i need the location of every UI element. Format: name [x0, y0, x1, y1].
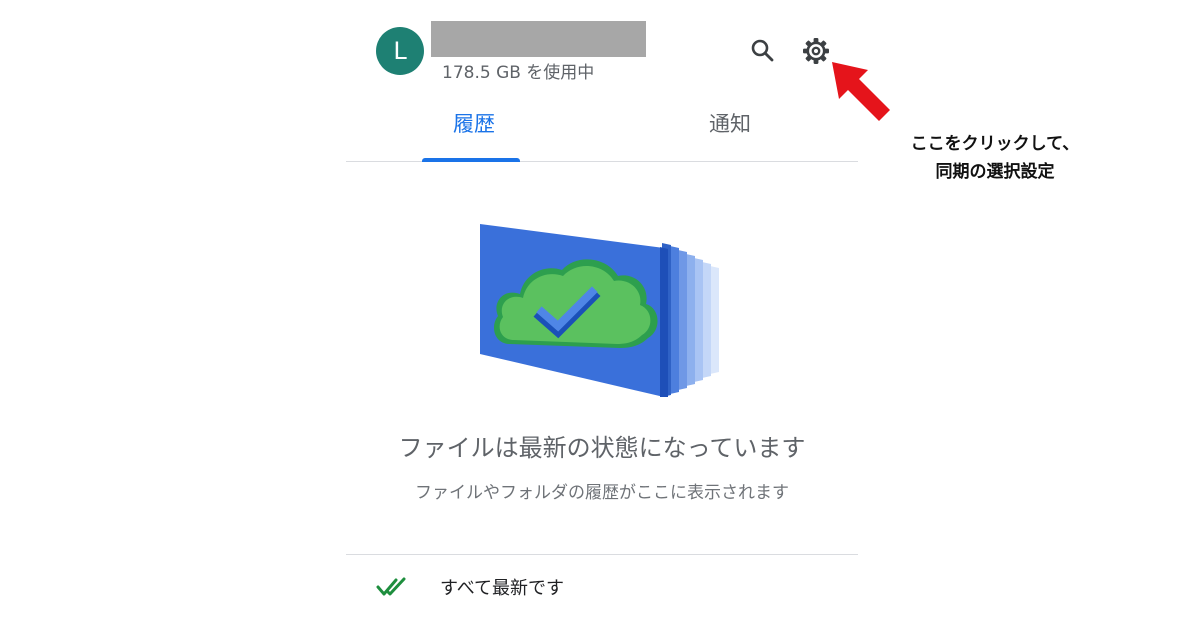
drive-sync-panel: L 178.5 GB を使用中 履歴 通知 ファイルは最新の状態になっています …: [346, 0, 858, 630]
tab-bar: 履歴 通知: [346, 92, 858, 162]
up-to-date-title: ファイルは最新の状態になっています: [398, 434, 806, 462]
divider: [346, 554, 858, 555]
red-arrow-annotation: [832, 62, 890, 121]
cloud-sync-illustration: [480, 224, 719, 397]
double-check-icon: [376, 577, 406, 596]
account-name-redacted: [431, 21, 646, 57]
annotation-callout: ここをクリックして、 同期の選択設定: [890, 130, 1100, 186]
account-avatar[interactable]: L: [376, 27, 424, 75]
sync-status-row: すべて最新です: [346, 556, 858, 616]
sync-status-text: すべて最新です: [440, 578, 565, 599]
search-icon: [751, 39, 774, 62]
storage-usage: 178.5 GB を使用中: [442, 63, 595, 83]
tab-notifications[interactable]: 通知: [602, 92, 858, 161]
active-tab-indicator: [422, 158, 520, 162]
tab-history[interactable]: 履歴: [346, 92, 602, 161]
annotation-line-1: ここをクリックして、: [910, 134, 1080, 154]
search-button[interactable]: [745, 33, 781, 69]
history-description: ファイルやフォルダの履歴がここに表示されます: [415, 483, 789, 503]
annotation-line-2: 同期の選択設定: [935, 162, 1055, 182]
